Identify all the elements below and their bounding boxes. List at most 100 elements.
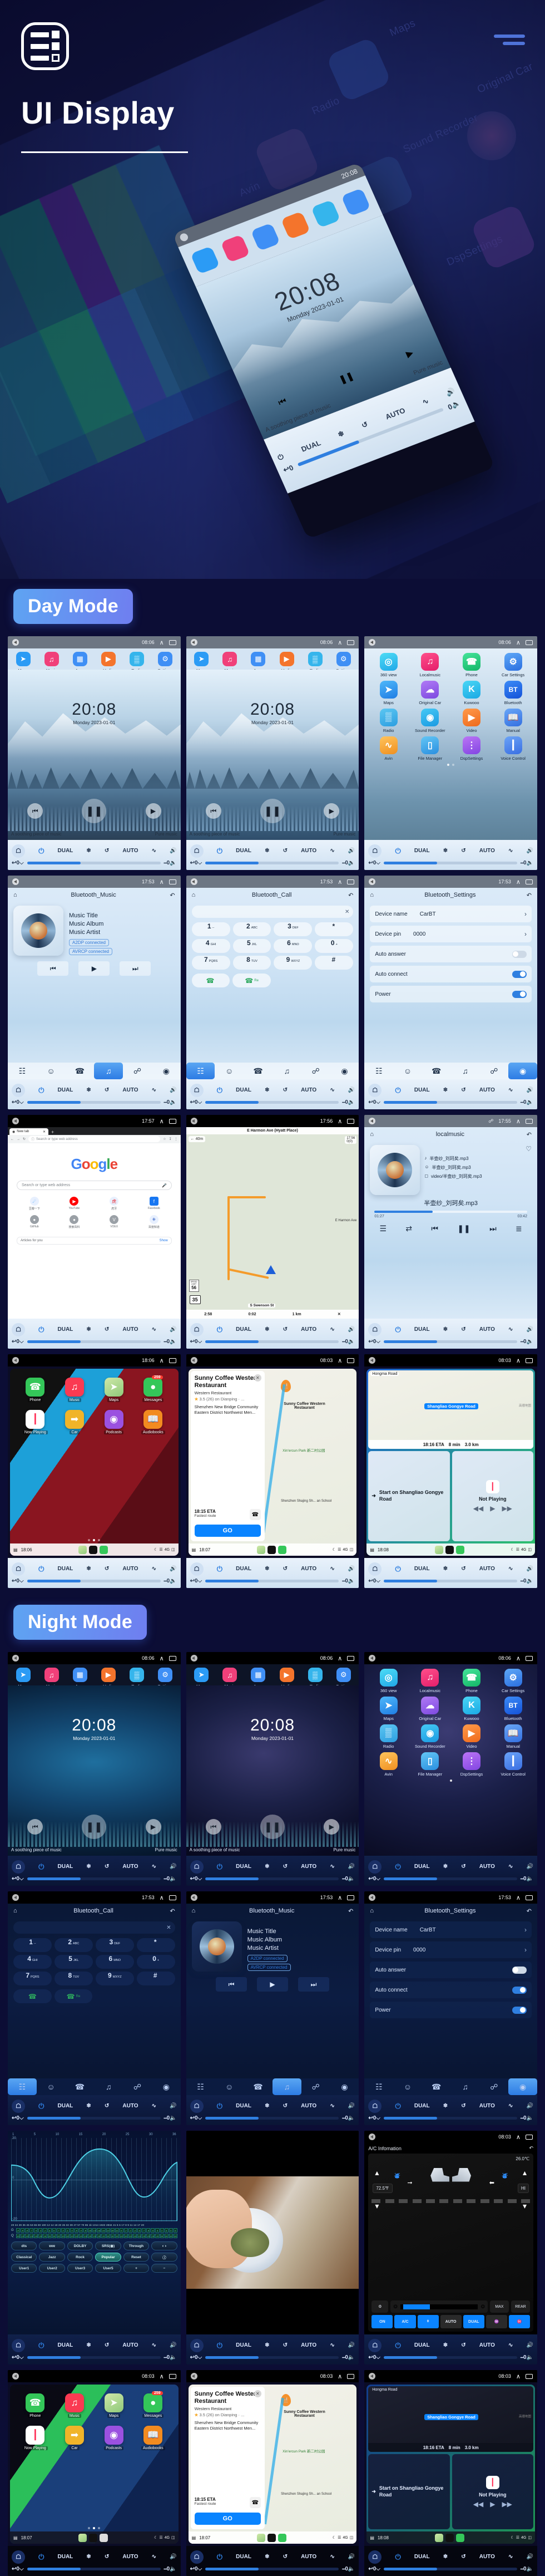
recirculate-icon[interactable]: ↺ [461, 2103, 465, 2109]
back-arrow-icon[interactable]: ↶ [527, 892, 532, 899]
volume-down-icon[interactable]: 🔈 [170, 2566, 176, 2572]
chevron-up-icon[interactable]: ∧ [160, 639, 164, 646]
seat-icon[interactable]: ⌵ [198, 1339, 202, 1345]
back-circle-icon[interactable] [369, 1894, 376, 1901]
auto-label[interactable]: AUTO [479, 1087, 495, 1093]
recirculate-icon[interactable]: ↺ [105, 1566, 109, 1572]
seat-icon[interactable]: ⌵ [19, 1339, 24, 1345]
back-circle-icon[interactable] [12, 1118, 19, 1124]
volume-up-icon[interactable]: 🔊 [348, 1087, 355, 1093]
right-temperature[interactable]: HI [517, 2184, 529, 2193]
play-icon[interactable]: ▶ [490, 1505, 495, 1512]
gear-icon[interactable]: ⚙ [371, 2300, 389, 2313]
recirculate-icon[interactable]: ↺ [105, 848, 109, 854]
dual-label[interactable]: DUAL [414, 2342, 430, 2348]
recirculate-icon[interactable]: ↺ [105, 1864, 109, 1870]
tab-bt-pair[interactable]: ☍ [123, 1063, 152, 1079]
auto-answer-toggle[interactable] [512, 950, 527, 958]
microphone-icon[interactable]: 🎤 [162, 1183, 167, 1188]
chevron-down-icon-left[interactable]: ▾ [375, 2201, 379, 2211]
snowflake-icon[interactable]: ❄ [443, 2103, 448, 2109]
play-icon[interactable]: ▶ [324, 1819, 340, 1835]
auto-label[interactable]: AUTO [122, 2342, 138, 2348]
home-icon[interactable]: ☖ [368, 2550, 382, 2564]
back-circle-icon[interactable] [190, 878, 197, 885]
dsp-btn-user3[interactable]: User3 [67, 2264, 93, 2273]
volume-down-icon[interactable]: 🔈 [348, 860, 355, 866]
home-icon[interactable]: ☖ [368, 1860, 382, 1874]
power-icon[interactable]: ⏻ [38, 1862, 44, 1871]
fan-slider[interactable] [383, 1340, 517, 1343]
fan-slider[interactable] [205, 2356, 339, 2359]
dual-label[interactable]: DUAL [58, 2103, 73, 2109]
clear-x-icon[interactable]: ✕ [345, 909, 349, 915]
screen-localmusic[interactable]: ☍ 17:55 ∧ ⌂ localmusic ↶ ♡ ♪ 半壶纱_刘珂矣.mp3 ☺ 半… [364, 1115, 537, 1349]
chevron-up-icon-right[interactable]: ▴ [523, 2168, 527, 2177]
snowflake-icon[interactable]: ❄ [443, 1087, 448, 1093]
chevron-up-icon[interactable]: ∧ [160, 878, 164, 886]
screen-day-app-drawer[interactable]: 08:06 ∧ ◎ 360 view ♫ Localmusic ☎ Phone ⚙ Ca… [364, 636, 537, 870]
back-arrow-icon[interactable]: ↩ [368, 2115, 373, 2121]
volume-up-icon[interactable]: 🔊 [348, 1566, 355, 1572]
volume-up-icon[interactable]: 🔊 [170, 1326, 176, 1333]
fan-slider[interactable] [383, 2356, 517, 2359]
tab-contacts[interactable]: ☺ [393, 2078, 422, 2095]
seat-icon[interactable]: ⌵ [19, 860, 24, 866]
app-carsettings[interactable]: ⚙ Car Settings [492, 653, 534, 677]
back-arrow-icon[interactable]: ↩ [190, 1099, 195, 1105]
home-icon[interactable]: ⌂ [13, 892, 17, 898]
auto-label[interactable]: AUTO [301, 1864, 316, 1870]
dialpad-key-1[interactable]: 1 -- [13, 1938, 52, 1952]
dual-label[interactable]: DUAL [414, 2103, 430, 2109]
dialpad-key-8[interactable]: 8 TUV [232, 956, 271, 970]
ac-btn-ac[interactable]: A/C [394, 2315, 416, 2328]
dialpad-key-0[interactable]: 0 + [315, 939, 354, 953]
screen-bluetooth-call[interactable]: 17:53 ∧ ⌂ Bluetooth_Call ↶ ✕ 1 -- 2 ABC 3 DE… [186, 876, 359, 1109]
snowflake-icon[interactable]: ❄ [86, 1864, 91, 1870]
skip-prev-icon[interactable]: ⏮ [215, 1977, 247, 1992]
home-icon[interactable]: ☖ [368, 1323, 382, 1336]
recents-icon[interactable] [347, 1358, 355, 1363]
auto-connect-toggle[interactable] [512, 970, 527, 978]
back-arrow-icon[interactable]: ↩ [190, 1339, 195, 1345]
chevron-up-icon[interactable]: ∧ [338, 1655, 342, 1662]
auto-label[interactable]: AUTO [122, 848, 138, 854]
tab-bt-settings[interactable]: ◉ [508, 2078, 537, 2095]
fast-forward-icon[interactable]: ▶▶ [502, 2500, 512, 2508]
volume-up-icon[interactable]: 🔊 [170, 1864, 176, 1870]
airflow-icon[interactable]: ∿ [152, 2342, 156, 2348]
equalizer-icon[interactable]: ≣ [516, 1224, 522, 1233]
carplay-app-maps[interactable]: ➤ Maps [94, 2393, 133, 2418]
recirculate-icon[interactable]: ↺ [461, 2342, 465, 2348]
setting-auto-answer[interactable]: Auto answer [370, 946, 532, 962]
dsp-btn-through[interactable]: Through [123, 2241, 150, 2250]
auto-label[interactable]: AUTO [122, 1864, 138, 1870]
play-icon[interactable]: ▶ [145, 1819, 161, 1835]
app-kuwo[interactable]: K Kuwooo [451, 681, 493, 705]
tab-bt-music[interactable]: ♫ [451, 1063, 480, 1079]
volume-down-icon[interactable]: 🔈 [527, 1876, 533, 1882]
mini-map[interactable]: Hongma Road Shangliao Gongye Road 高德地图 1… [368, 2386, 533, 2452]
clear-x-icon[interactable]: ✕ [166, 1925, 171, 1931]
app-360view[interactable]: ◎ 360 view [368, 1669, 409, 1693]
back-circle-icon[interactable] [369, 1118, 376, 1124]
back-arrow-icon[interactable]: ↩ [12, 2566, 16, 2572]
volume-down-icon[interactable]: 🔈 [348, 1876, 355, 1882]
airflow-icon[interactable]: ∿ [508, 848, 513, 854]
carplay-app-podcasts[interactable]: ◉ Podcasts [94, 1410, 133, 1434]
screen-dsp-equalizer[interactable]: 1 5 10 15 20 25 30 36 20 0 -20 [8, 2131, 181, 2364]
auto-answer-toggle[interactable] [512, 1966, 527, 1974]
seat-icon[interactable]: ⌵ [19, 1876, 24, 1882]
back-circle-icon[interactable] [369, 639, 376, 646]
back-circle-icon[interactable] [12, 639, 19, 646]
seat-icon[interactable]: ⌵ [376, 2115, 380, 2121]
dual-label[interactable]: DUAL [58, 1864, 73, 1870]
recirculate-icon[interactable]: ↺ [283, 2554, 288, 2560]
snowflake-icon[interactable]: ❄ [86, 1566, 91, 1572]
dual-label[interactable]: DUAL [236, 1326, 251, 1333]
home-icon[interactable]: ☖ [12, 844, 25, 858]
recirculate-icon[interactable]: ↺ [283, 848, 288, 854]
power-icon[interactable]: ⏻ [217, 1862, 222, 1871]
home-icon[interactable]: ⌂ [370, 892, 374, 898]
tab-contacts[interactable]: ☺ [37, 2078, 66, 2095]
